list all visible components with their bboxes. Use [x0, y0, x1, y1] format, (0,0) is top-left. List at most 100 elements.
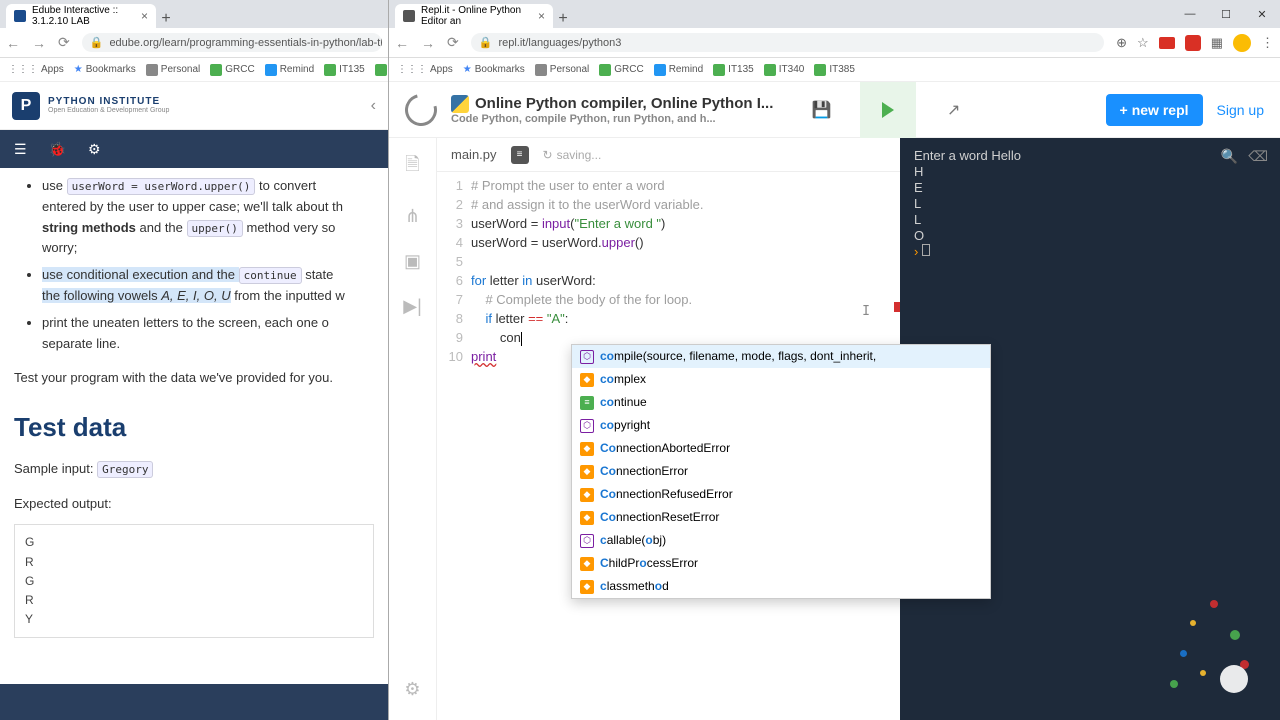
- url-input[interactable]: 🔒 edube.org/learn/programming-essentials…: [82, 33, 382, 52]
- edube-logo-text: PYTHON INSTITUTE Open Education & Develo…: [48, 96, 169, 115]
- bookmark-grcc[interactable]: GRCC: [599, 64, 643, 76]
- back-icon[interactable]: ←: [6, 35, 20, 51]
- bookmark-remind[interactable]: Remind: [654, 64, 703, 76]
- edube-toolbar: ☰ 🐞 ⚙: [0, 130, 388, 168]
- bookmark-it385[interactable]: IT385: [814, 64, 855, 76]
- replit-body: 🗎 ⋔ ▣ ▶| ⚙ main.py ≡ ↻ saving... 1234567…: [389, 138, 1280, 720]
- caret-icon: I: [862, 302, 870, 321]
- replit-logo-icon[interactable]: [399, 88, 443, 132]
- close-icon[interactable]: ×: [538, 9, 545, 23]
- collapse-icon[interactable]: ‹: [371, 97, 376, 115]
- browser-tab-replit[interactable]: Repl.it - Online Python Editor an ×: [395, 4, 553, 28]
- code-chip: continue: [239, 267, 302, 284]
- url-text: repl.it/languages/python3: [498, 37, 621, 49]
- instruction-item-1: use userWord = userWord.upper() to conve…: [42, 176, 374, 259]
- console-tools: 🔍 ⌫: [1221, 148, 1268, 164]
- lock-icon: 🔒: [479, 36, 493, 49]
- forward-icon[interactable]: →: [421, 35, 435, 51]
- debug-icon[interactable]: ▶|: [403, 296, 422, 317]
- autocomplete-item[interactable]: ◆ConnectionRefusedError: [572, 483, 990, 506]
- apps-button[interactable]: ⋮⋮⋮ Apps: [8, 64, 64, 75]
- minimize-button[interactable]: —: [1172, 0, 1208, 28]
- bookmark-bookmarks[interactable]: ★ Bookmarks: [463, 64, 525, 75]
- search-icon[interactable]: 🔍: [1221, 148, 1238, 164]
- replit-header: Online Python compiler, Online Python I.…: [389, 82, 1280, 138]
- settings-icon[interactable]: ⚙: [404, 679, 420, 700]
- left-address-bar: ← → ⟳ 🔒 edube.org/learn/programming-esse…: [0, 28, 388, 58]
- close-window-button[interactable]: ✕: [1244, 0, 1280, 28]
- favicon-icon: [403, 10, 415, 22]
- reload-icon[interactable]: ⟳: [447, 34, 459, 51]
- bookmark-personal[interactable]: Personal: [146, 64, 200, 76]
- address-bar-icons: ⊕ ☆ ▦ ⋮: [1116, 34, 1274, 52]
- console-line: L: [914, 196, 1266, 212]
- forward-icon[interactable]: →: [32, 35, 46, 51]
- file-tab-main[interactable]: main.py: [451, 147, 497, 162]
- left-tab-strip: Edube Interactive :: 3.1.2.10 LAB × +: [0, 0, 388, 28]
- autocomplete-item[interactable]: ◆ConnectionError: [572, 460, 990, 483]
- menu-icon[interactable]: ☰: [14, 141, 27, 158]
- function-icon: ⬡: [580, 534, 594, 548]
- new-tab-button[interactable]: +: [156, 10, 176, 28]
- new-tab-button[interactable]: +: [553, 10, 573, 28]
- code-content: # Prompt the user to enter a word # and …: [471, 176, 900, 366]
- line-gutter: 12345678910: [437, 176, 471, 366]
- extension-icon-2[interactable]: ▦: [1211, 35, 1223, 51]
- edube-header: P PYTHON INSTITUTE Open Education & Deve…: [0, 82, 388, 130]
- autocomplete-item[interactable]: ≡continue: [572, 391, 990, 414]
- function-icon: ⬡: [580, 419, 594, 433]
- autocomplete-item[interactable]: ◆ConnectionAbortedError: [572, 437, 990, 460]
- bookmark-grcc[interactable]: GRCC: [210, 64, 254, 76]
- back-icon[interactable]: ←: [395, 35, 409, 51]
- autocomplete-item[interactable]: ◆ConnectionResetError: [572, 506, 990, 529]
- code-chip: upper(): [187, 220, 243, 237]
- url-input[interactable]: 🔒 repl.it/languages/python3: [471, 33, 1104, 52]
- side-toolbar: 🗎 ⋔ ▣ ▶| ⚙: [389, 138, 437, 720]
- autocomplete-item[interactable]: ⬡compile(source, filename, mode, flags, …: [572, 345, 990, 368]
- share-icon[interactable]: ↗: [930, 90, 978, 130]
- run-button[interactable]: [860, 82, 916, 138]
- gmail-icon[interactable]: [1159, 37, 1175, 49]
- bookmark-it135[interactable]: IT135: [324, 64, 365, 76]
- bookmark-it135[interactable]: IT135: [713, 64, 754, 76]
- autocomplete-item[interactable]: ◆complex: [572, 368, 990, 391]
- apps-button[interactable]: ⋮⋮⋮ Apps: [397, 64, 453, 75]
- autocomplete-item[interactable]: ◆ChildProcessError: [572, 552, 990, 575]
- right-bookmarks-bar: ⋮⋮⋮ Apps ★ Bookmarks Personal GRCC Remin…: [389, 58, 1280, 82]
- wrap-icon[interactable]: ≡: [511, 146, 529, 164]
- tab-title: Edube Interactive :: 3.1.2.10 LAB: [32, 5, 135, 27]
- new-repl-button[interactable]: + new repl: [1106, 94, 1203, 126]
- autocomplete-item[interactable]: ⬡callable(obj): [572, 529, 990, 552]
- close-icon[interactable]: ×: [141, 9, 148, 23]
- maximize-button[interactable]: ☐: [1208, 0, 1244, 28]
- packages-icon[interactable]: ▣: [404, 251, 421, 272]
- test-data-heading: Test data: [14, 407, 374, 449]
- decorative-dots-icon: [1150, 590, 1270, 710]
- reload-icon[interactable]: ⟳: [58, 34, 70, 51]
- keyword-icon: ◆: [580, 511, 594, 525]
- bookmark-personal[interactable]: Personal: [535, 64, 589, 76]
- signup-link[interactable]: Sign up: [1217, 102, 1264, 118]
- test-instruction: Test your program with the data we've pr…: [14, 368, 374, 389]
- files-icon[interactable]: 🗎: [405, 152, 419, 182]
- autocomplete-popup[interactable]: ⬡compile(source, filename, mode, flags, …: [571, 344, 991, 599]
- edube-footer: [0, 684, 388, 720]
- bookmark-star-icon[interactable]: ☆: [1137, 35, 1149, 51]
- gear-icon[interactable]: ⚙: [88, 141, 101, 158]
- browser-tab-edube[interactable]: Edube Interactive :: 3.1.2.10 LAB ×: [6, 4, 156, 28]
- save-icon[interactable]: 💾: [798, 90, 846, 130]
- bookmark-it340[interactable]: IT340: [764, 64, 805, 76]
- code-editor[interactable]: 12345678910 # Prompt the user to enter a…: [437, 172, 900, 366]
- bookmark-remind[interactable]: Remind: [265, 64, 314, 76]
- autocomplete-item[interactable]: ◆classmethod: [572, 575, 990, 598]
- autocomplete-item[interactable]: ⬡copyright: [572, 414, 990, 437]
- bookmark-bookmarks[interactable]: ★ Bookmarks: [74, 64, 136, 75]
- version-icon[interactable]: ⋔: [405, 206, 420, 227]
- bug-icon[interactable]: 🐞: [49, 141, 66, 158]
- lock-icon: 🔒: [90, 36, 104, 49]
- menu-icon[interactable]: ⋮: [1261, 35, 1274, 51]
- extension-icon[interactable]: [1185, 35, 1201, 51]
- zoom-icon[interactable]: ⊕: [1116, 35, 1127, 51]
- profile-avatar-icon[interactable]: [1233, 34, 1251, 52]
- clear-icon[interactable]: ⌫: [1248, 148, 1268, 164]
